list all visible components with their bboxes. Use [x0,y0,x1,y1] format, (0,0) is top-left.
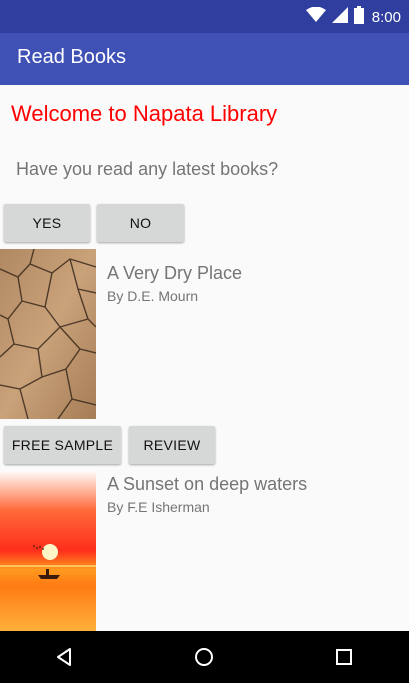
welcome-heading: Welcome to Napata Library [11,101,278,126]
book-title: A Sunset on deep waters [107,474,308,494]
battery-icon [353,6,364,28]
back-icon[interactable] [52,645,76,669]
app-bar: Read Books [0,33,409,85]
signal-icon [331,7,348,27]
navigation-bar [0,631,409,683]
no-button[interactable]: NO [97,204,184,242]
question-text: Have you read any latest books? [16,159,279,179]
book-cover-dry-place [0,249,96,419]
yes-button[interactable]: YES [4,204,90,242]
book-author: By F.E Isherman [107,499,210,515]
book-title: A Very Dry Place [107,263,243,283]
status-bar: 8:00 [0,0,409,33]
wifi-icon [305,6,326,27]
home-icon[interactable] [192,645,216,669]
status-time: 8:00 [371,8,401,26]
free-sample-button[interactable]: FREE SAMPLE [4,426,121,464]
review-button[interactable]: REVIEW [129,426,215,464]
app-title: Read Books [17,46,126,68]
main-content: Welcome to Napata Library Have you read … [0,85,409,631]
book-author: By D.E. Mourn [107,288,199,304]
status-icons: 8:00 [305,6,401,28]
book-cover-sunset [0,470,96,631]
recents-icon[interactable] [332,645,356,669]
